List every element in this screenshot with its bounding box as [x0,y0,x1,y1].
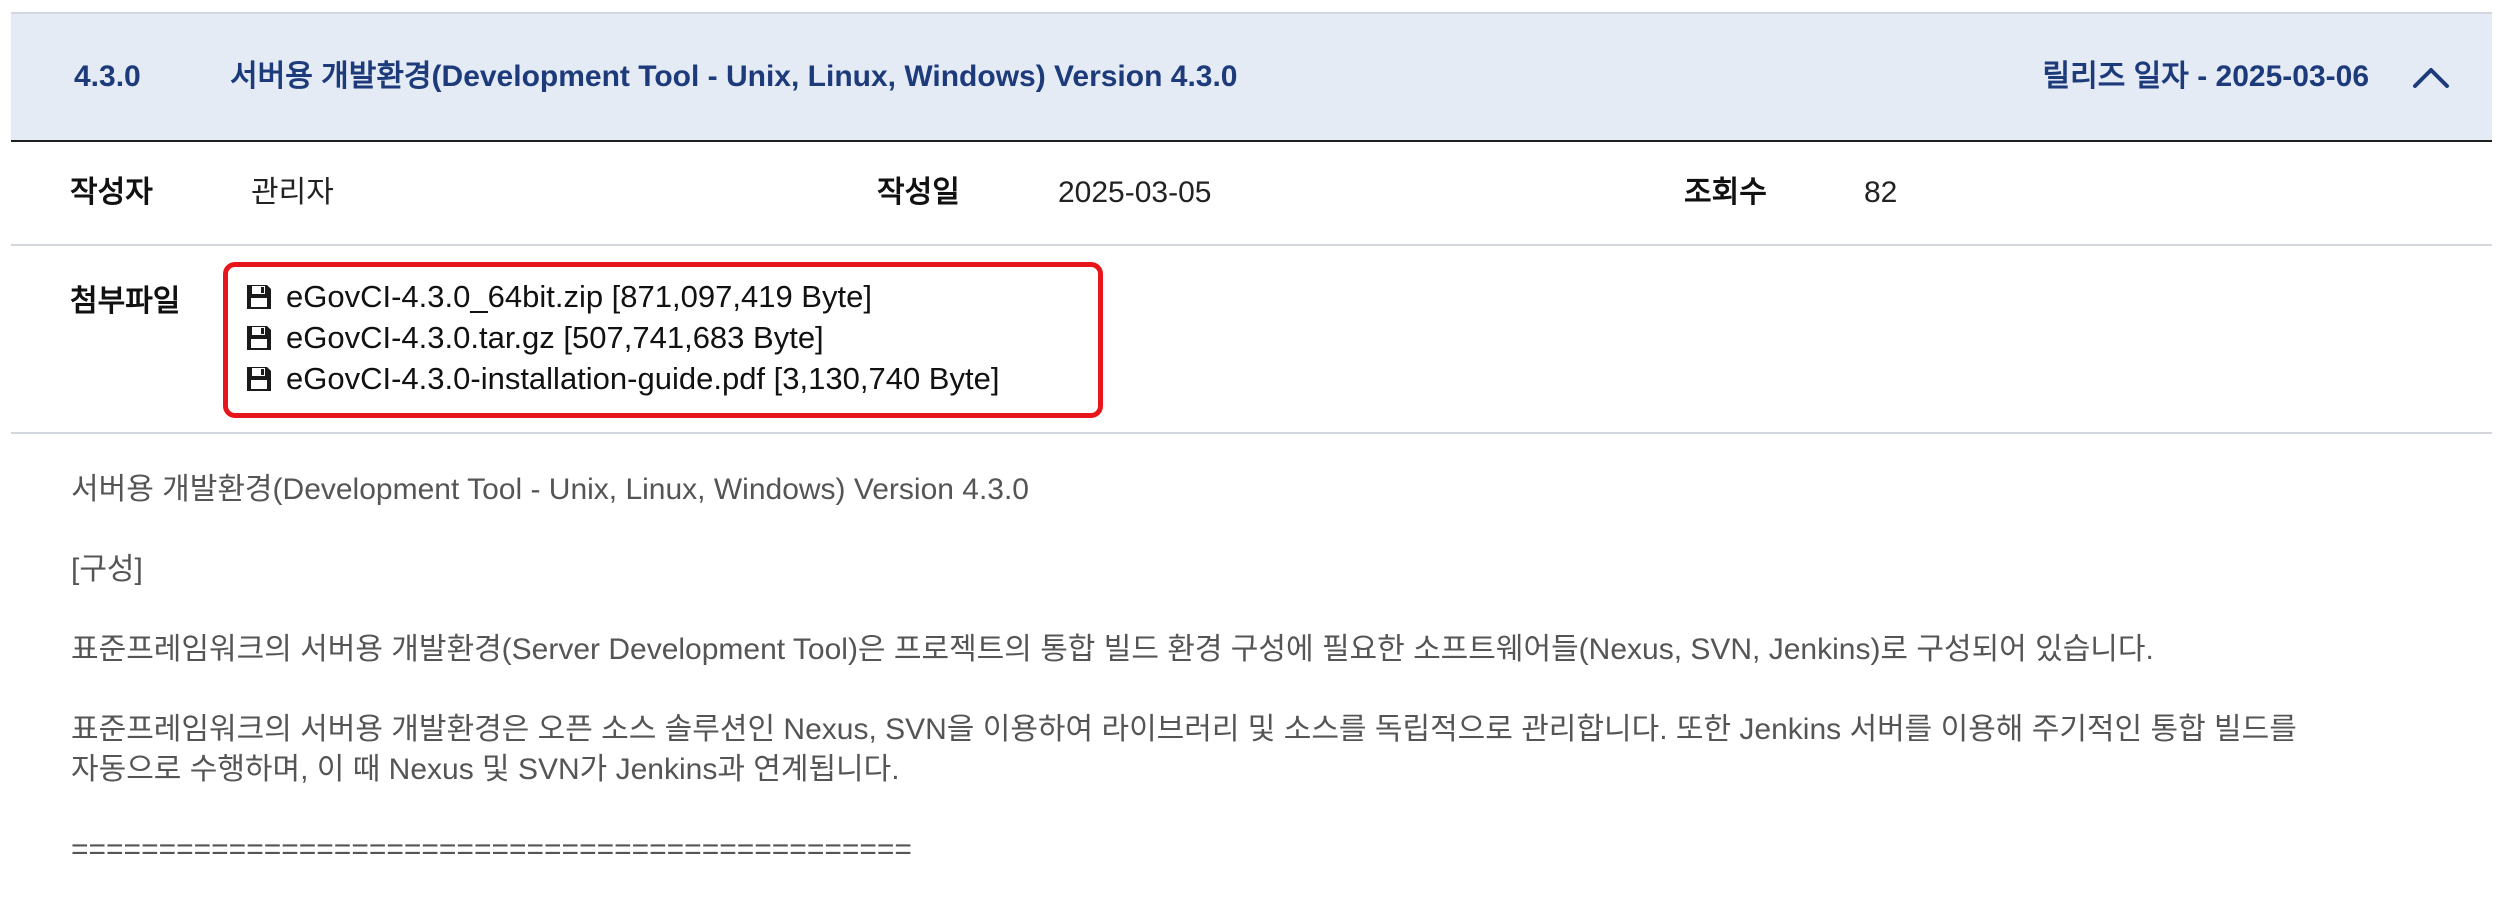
attachment-filename: eGovCI-4.3.0_64bit.zip [871,097,419 Byte… [286,278,872,314]
release-version: 4.3.0 [74,60,141,93]
attachment-link[interactable]: eGovCI-4.3.0_64bit.zip [871,097,419 Byte… [244,276,999,317]
view-count-value: 82 [1864,176,1898,209]
floppy-disk-icon [247,325,271,350]
attachment-list: eGovCI-4.3.0_64bit.zip [871,097,419 Byte… [244,276,999,399]
release-date: 릴리즈 일자 - 2025-03-06 [2042,60,2369,93]
description-title: 서버용 개발환경(Development Tool - Unix, Linux,… [71,473,1029,506]
author-value: 관리자 [251,176,334,209]
attachment-label: 첨부파일 [70,285,181,318]
attachment-filename: eGovCI-4.3.0-installation-guide.pdf [3,1… [286,360,1000,396]
attachment-row: 첨부파일 eGovCI-4.3.0_64bit.zip [871,097,419… [11,246,2492,434]
description-paragraph: 표준프레임워크의 서버용 개발환경(Server Development Too… [71,633,2154,666]
description-section-heading: [구성] [71,553,143,586]
created-date-label: 작성일 [877,176,960,209]
view-count-label: 조회수 [1684,176,1767,209]
author-label: 작성자 [70,176,153,209]
description-paragraph-continued: 자동으로 수행하며, 이 때 Nexus 및 SVN가 Jenkins과 연계됩… [71,753,900,786]
chevron-up-icon[interactable] [2408,54,2454,100]
floppy-disk-icon [247,284,271,309]
attachment-link[interactable]: eGovCI-4.3.0-installation-guide.pdf [3,1… [244,358,999,399]
release-header[interactable]: 4.3.0 서버용 개발환경(Development Tool - Unix, … [11,14,2492,142]
description-paragraph: 표준프레임워크의 서버용 개발환경은 오픈 소스 솔루션인 Nexus, SVN… [71,713,2297,746]
description-separator: ========================================… [71,833,912,866]
attachment-filename: eGovCI-4.3.0.tar.gz [507,741,683 Byte] [286,319,824,355]
release-title: 서버용 개발환경(Development Tool - Unix, Linux,… [230,60,1238,93]
floppy-disk-icon [247,366,271,391]
attachment-link[interactable]: eGovCI-4.3.0.tar.gz [507,741,683 Byte] [244,317,999,358]
created-date-value: 2025-03-05 [1058,176,1212,209]
meta-row: 작성자 관리자 작성일 2025-03-05 조회수 82 [11,142,2492,246]
